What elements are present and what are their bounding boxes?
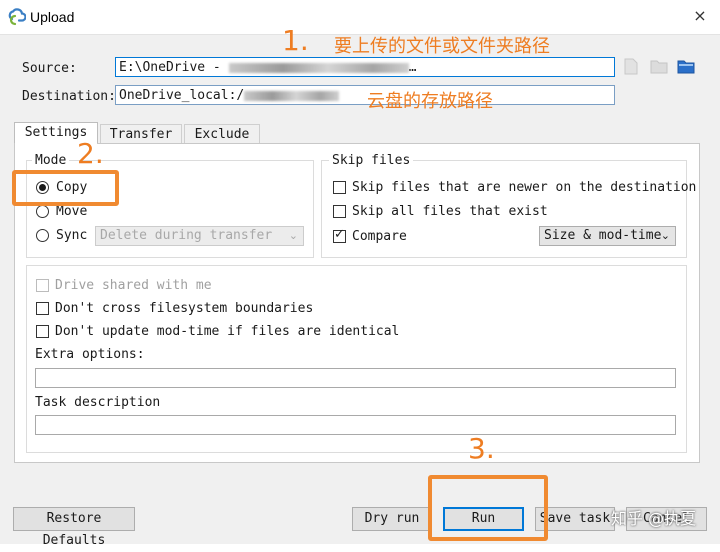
app-logo-icon — [8, 8, 27, 26]
dry-run-button[interactable]: Dry run — [352, 507, 432, 531]
destination-path-prefix: OneDrive_local:/ — [119, 88, 245, 103]
skip-newer-checkbox[interactable] — [333, 181, 346, 194]
no-update-modtime-checkbox[interactable] — [36, 325, 49, 338]
annotation-destination-note: 云盘的存放路径 — [367, 91, 493, 112]
annotation-step-1: 1. — [282, 24, 309, 57]
sync-mode-select: Delete during transfer ⌄ — [95, 226, 304, 246]
chevron-down-icon: ⌄ — [660, 229, 670, 242]
blurred-path-segment — [244, 90, 340, 101]
tab-transfer[interactable]: Transfer — [100, 124, 182, 145]
sync-mode-value: Delete during transfer — [100, 228, 273, 243]
skip-files-group-title: Skip files — [329, 153, 414, 168]
move-label: Move — [56, 204, 88, 219]
compare-method-select[interactable]: Size & mod-time ⌄ — [539, 226, 676, 246]
destination-input[interactable]: OneDrive_local:/ — [115, 85, 615, 105]
source-path-prefix: E:\OneDrive - — [119, 60, 229, 75]
remote-folder-icon[interactable] — [677, 59, 695, 74]
sync-label: Sync — [56, 228, 88, 243]
extra-options-input[interactable] — [35, 368, 676, 388]
drive-shared-label: Drive shared with me — [55, 278, 212, 293]
restore-defaults-button[interactable]: Restore Defaults — [13, 507, 135, 548]
extra-options-label: Extra options: — [35, 347, 145, 362]
annotation-copy-highlight — [12, 170, 119, 206]
check-icon: ✓ — [334, 227, 345, 242]
file-icon[interactable] — [624, 58, 638, 75]
folder-icon[interactable] — [650, 59, 668, 74]
move-radio[interactable] — [36, 205, 49, 218]
source-label: Source: — [22, 61, 77, 76]
compare-checkbox[interactable]: ✓ — [333, 227, 346, 243]
annotation-source-note: 要上传的文件或文件夹路径 — [334, 36, 550, 57]
chevron-down-icon: ⌄ — [288, 229, 298, 242]
destination-label: Destination: — [22, 89, 116, 104]
skip-newer-label: Skip files that are newer on the destina… — [352, 180, 697, 195]
annotation-step-2: 2. — [77, 137, 104, 170]
watermark: 知乎 @执夏 — [611, 509, 697, 528]
annotation-step-3: 3. — [468, 432, 495, 465]
sync-radio[interactable] — [36, 229, 49, 242]
source-path-suffix: … — [408, 60, 417, 75]
mode-group-title: Mode — [32, 153, 70, 168]
skip-existing-label: Skip all files that exist — [352, 204, 548, 219]
no-update-modtime-label: Don't update mod-time if files are ident… — [55, 324, 400, 339]
task-description-input[interactable] — [35, 415, 676, 435]
window-title: Upload — [30, 9, 75, 25]
compare-label: Compare — [352, 229, 407, 244]
no-cross-fs-checkbox[interactable] — [36, 302, 49, 315]
source-input[interactable]: E:\OneDrive - … — [115, 57, 615, 77]
compare-method-value: Size & mod-time — [544, 228, 662, 243]
drive-shared-checkbox — [36, 279, 49, 292]
close-icon[interactable]: × — [690, 5, 710, 27]
no-cross-fs-label: Don't cross filesystem boundaries — [55, 301, 314, 316]
skip-existing-checkbox[interactable] — [333, 205, 346, 218]
task-description-label: Task description — [35, 395, 161, 410]
annotation-run-highlight — [428, 475, 548, 541]
blurred-path-segment — [228, 62, 409, 73]
tab-exclude[interactable]: Exclude — [184, 124, 260, 145]
